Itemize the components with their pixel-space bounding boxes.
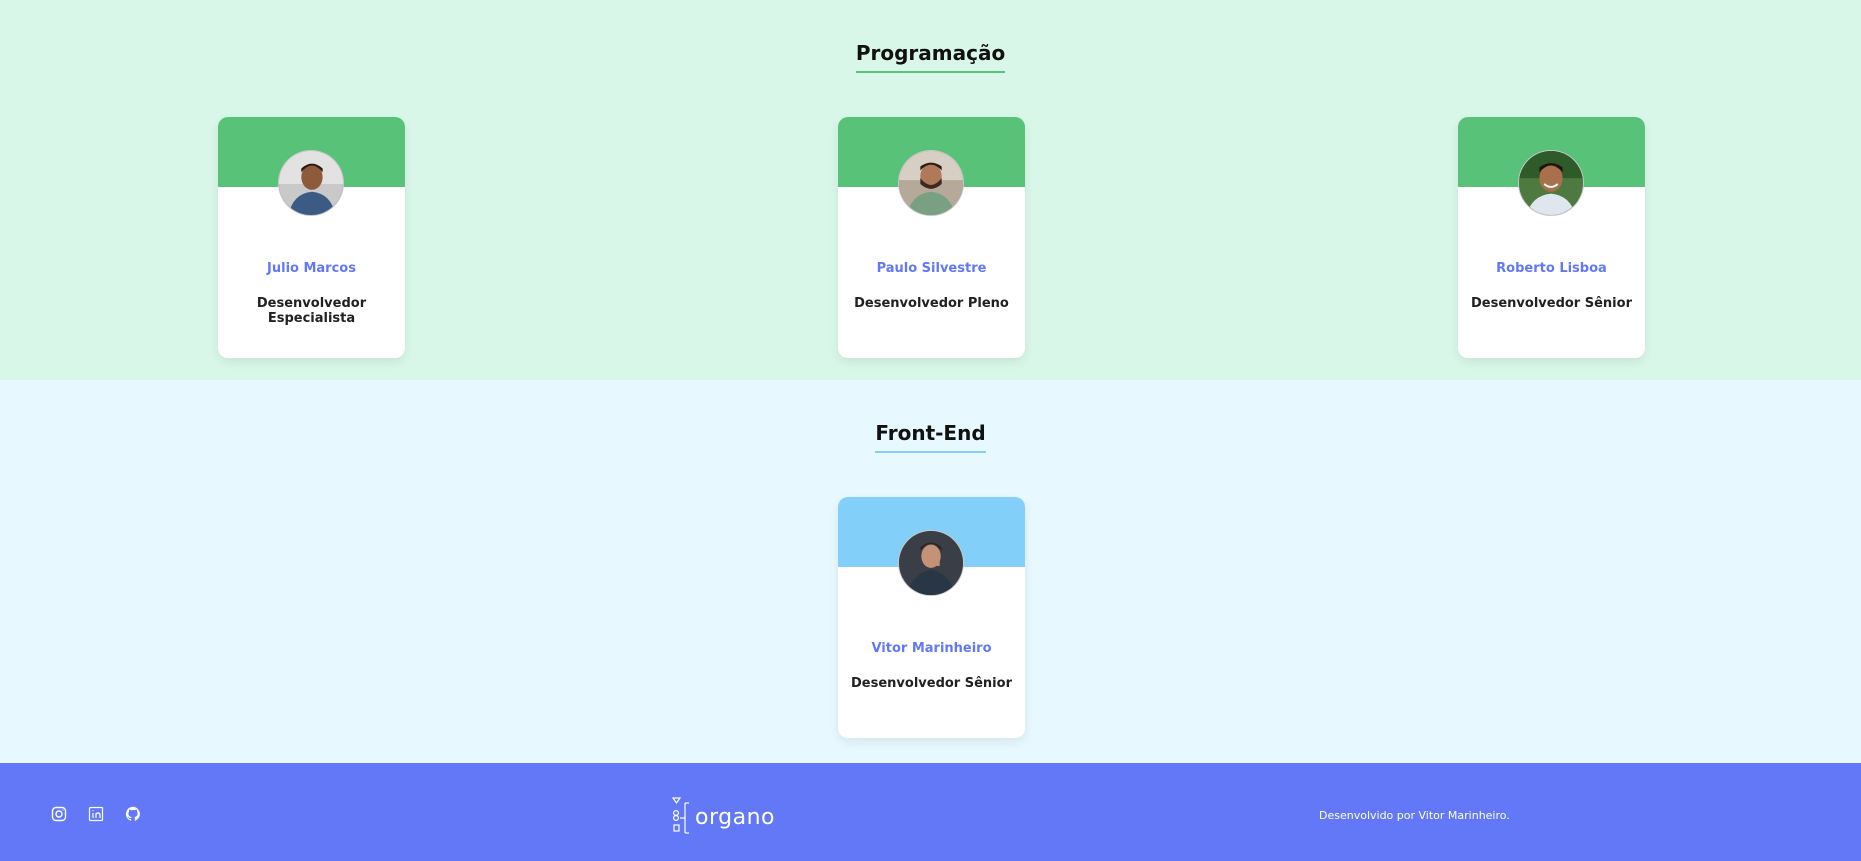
member-avatar <box>1518 150 1584 216</box>
social-links <box>51 806 141 822</box>
member-name: Paulo Silvestre <box>876 261 987 276</box>
member-avatar <box>898 150 964 216</box>
member-name: Roberto Lisboa <box>1496 261 1607 276</box>
team-title-wrapper: Programação <box>0 39 1861 73</box>
member-role: Desenvolvedor Especialista <box>256 296 367 326</box>
team-title: Front-End <box>875 419 986 453</box>
member-name: Vitor Marinheiro <box>871 641 992 656</box>
footer <box>0 763 1861 861</box>
team-title: Programação <box>855 39 1006 73</box>
logo-mark-icon <box>671 797 689 834</box>
member-avatar <box>898 530 964 596</box>
logo-text: organo <box>695 804 775 830</box>
organo-logo: organo <box>671 797 775 837</box>
linkedin-icon[interactable] <box>88 806 104 822</box>
member-role: Desenvolvedor Sênior <box>851 676 1012 691</box>
instagram-icon[interactable] <box>51 806 67 822</box>
footer-credit: Desenvolvido por Vitor Marinheiro. <box>1319 809 1510 822</box>
member-card: Paulo Silvestre Desenvolvedor Pleno <box>838 117 1025 358</box>
team-section-front-end: Front-End Vitor Marinheiro Desenvolvedor… <box>0 380 1861 763</box>
team-title-wrapper: Front-End <box>0 419 1861 453</box>
github-icon[interactable] <box>125 806 141 822</box>
member-card: Vitor Marinheiro Desenvolvedor Sênior <box>838 497 1025 738</box>
member-card: Julio Marcos Desenvolvedor Especialista <box>218 117 405 358</box>
member-card: Roberto Lisboa Desenvolvedor Sênior <box>1458 117 1645 358</box>
team-section-programacao: Programação Julio Marcos Desenvolvedor E… <box>0 0 1861 380</box>
member-avatar <box>278 150 344 216</box>
member-name: Julio Marcos <box>267 261 356 276</box>
member-role: Desenvolvedor Pleno <box>854 296 1009 311</box>
member-role: Desenvolvedor Sênior <box>1471 296 1632 311</box>
